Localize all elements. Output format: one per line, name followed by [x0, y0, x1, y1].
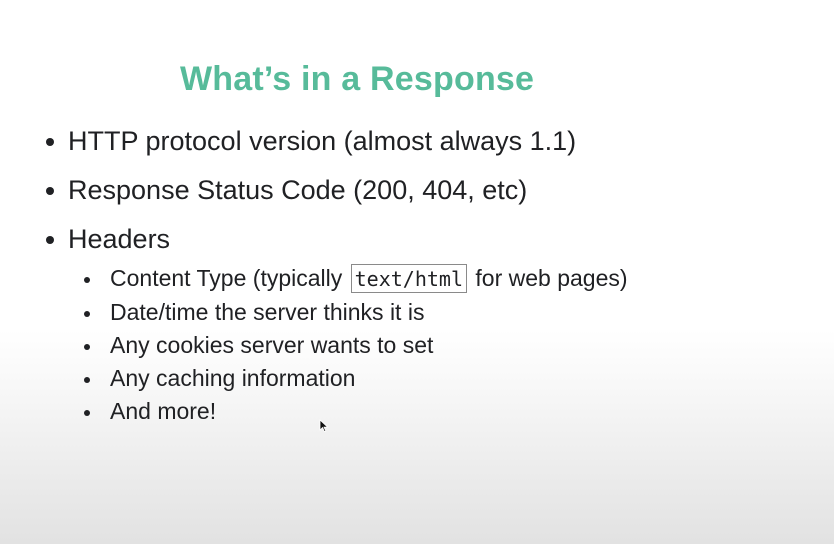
sub-bullet-text: Any cookies server wants to set [110, 332, 434, 358]
sub-bullet-dot-icon [84, 377, 90, 383]
slide: What’s in a Response HTTP protocol versi… [0, 0, 834, 544]
slide-title: What’s in a Response [180, 60, 535, 98]
sub-bullet-dot-icon [84, 410, 90, 416]
bullet-dot-icon [46, 236, 54, 244]
sub-bullet-text: Any caching information [110, 365, 356, 391]
sub-bullet-item: Date/time the server thinks it is [80, 296, 628, 329]
sub-bullet-dot-icon [84, 311, 90, 317]
bullet-text: Response Status Code (200, 404, etc) [68, 175, 528, 205]
sub-bullet-text: Date/time the server thinks it is [110, 299, 425, 325]
sub-bullet-dot-icon [84, 344, 90, 350]
sub-bullet-text: And more! [110, 398, 217, 424]
inline-code: text/html [350, 264, 468, 293]
bullet-dot-icon [46, 138, 54, 146]
bullet-item: Response Status Code (200, 404, etc) [44, 171, 628, 209]
bullet-text: Headers [68, 224, 171, 254]
sub-bullet-list: Content Type (typically text/html for we… [80, 262, 628, 428]
sub-bullet-item: Any caching information [80, 362, 628, 395]
bullet-item: HTTP protocol version (almost always 1.1… [44, 122, 628, 160]
sub-bullet-text-after: for web pages) [469, 265, 628, 291]
bullet-dot-icon [46, 187, 54, 195]
bullet-item: Headers Content Type (typically text/htm… [44, 220, 628, 428]
sub-bullet-item: Content Type (typically text/html for we… [80, 262, 628, 296]
bullet-text: HTTP protocol version (almost always 1.1… [68, 126, 577, 156]
sub-bullet-item: Any cookies server wants to set [80, 329, 628, 362]
bullet-list: HTTP protocol version (almost always 1.1… [44, 122, 628, 439]
sub-bullet-item: And more! [80, 395, 628, 428]
sub-bullet-text-before: Content Type (typically [110, 265, 349, 291]
sub-bullet-dot-icon [84, 277, 90, 283]
